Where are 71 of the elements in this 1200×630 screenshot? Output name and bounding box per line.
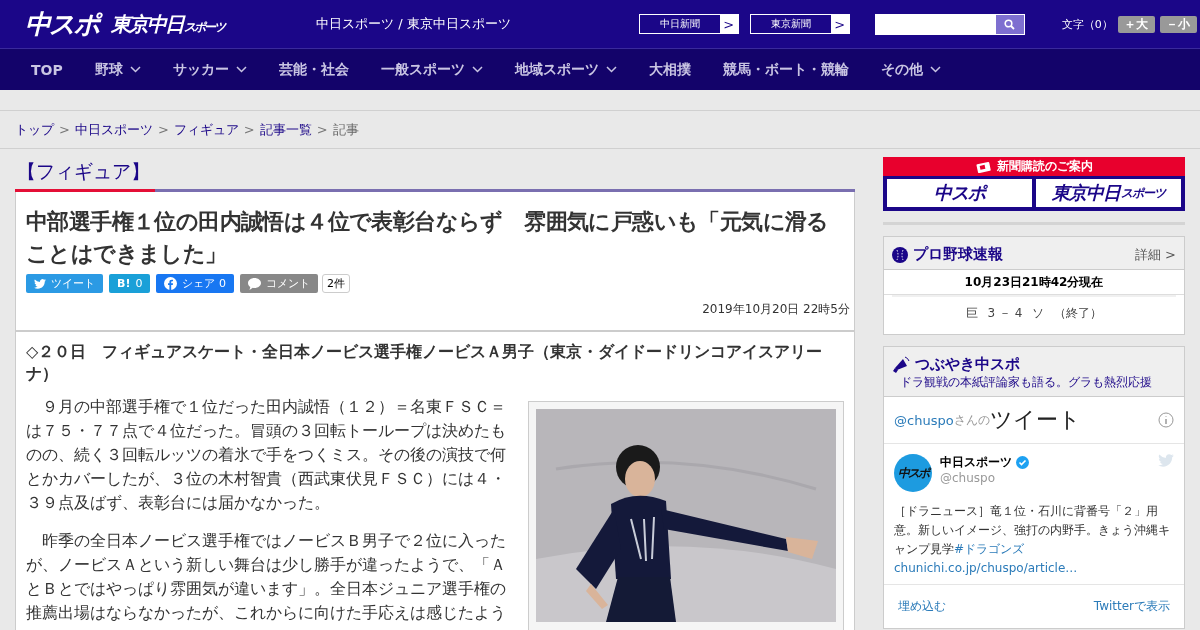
- card-title: プロ野球速報: [913, 245, 1004, 264]
- breadcrumb-separator: >: [59, 122, 70, 137]
- account-name[interactable]: 中日スポーツ: [940, 454, 1012, 471]
- speech-bubble-icon: [247, 277, 261, 290]
- megaphone-icon: [892, 355, 910, 374]
- breadcrumb-separator: >: [157, 122, 169, 137]
- site-title: 中日スポーツ / 東京中日スポーツ: [316, 15, 511, 33]
- chevron-down-icon: [129, 66, 141, 73]
- game-score: 3 － 4: [987, 305, 1023, 322]
- comment-count: 2件: [321, 274, 350, 293]
- hashtag-link[interactable]: #ドラゴンズ: [954, 542, 1025, 556]
- font-size-label: 文字（0）: [1061, 16, 1113, 32]
- bird-icon: [1158, 454, 1174, 467]
- article-paragraph: 昨季の全日本ノービス選手権ではノービスＢ男子で２位に入ったが、ノービスＡという新しい舞台は少し勝手が違ったようで、「ＡとＢとではやっぱり雰囲気が違います」。全日本ジュニア選手権の推薦出場はならなかったが、これからに向けた手応えは感じたよう: [26, 530, 506, 624]
- logo-caption: スポーツ: [184, 19, 224, 36]
- chevron-down-icon: [929, 66, 941, 73]
- embed-link[interactable]: 埋め込む: [898, 598, 946, 615]
- newspaper-link[interactable]: 東京新聞 >: [749, 14, 850, 34]
- newspaper-link[interactable]: 中日新聞 >: [638, 14, 739, 34]
- search-button[interactable]: [995, 14, 1024, 34]
- chevron-down-icon: [471, 66, 483, 73]
- search-icon: [1004, 18, 1016, 30]
- article-date: 2019年10月20日 22時5分: [701, 301, 850, 318]
- nav-item[interactable]: 一般スポーツ: [364, 60, 499, 79]
- game-status: （終了）: [1054, 305, 1103, 322]
- nav-item[interactable]: 競馬・ボート・競輪: [706, 60, 865, 79]
- category-title: 【フィギュア】: [16, 159, 151, 184]
- breadcrumb-link[interactable]: トップ: [15, 120, 54, 139]
- nav-item[interactable]: 地域スポーツ: [498, 60, 633, 79]
- view-on-twitter-link[interactable]: Twitterで表示: [1093, 598, 1170, 615]
- newspaper-logo-link[interactable]: 中スポ: [887, 179, 1032, 207]
- share-button[interactable]: コメント: [239, 274, 318, 293]
- article-lead: ◇２０日 フィギュアスケート・全日本ノービス選手権ノービスＡ男子（東京・ダイドードリンコアイスアリーナ）: [26, 341, 824, 385]
- share-button[interactable]: シェア 0: [156, 274, 234, 293]
- breadcrumb-link[interactable]: 中日スポーツ: [74, 120, 153, 139]
- chevron-down-icon: [605, 66, 617, 73]
- current-page-label: 記事: [332, 120, 359, 139]
- details-link[interactable]: 詳細 >: [1134, 245, 1176, 264]
- logo[interactable]: 東京中日: [111, 10, 183, 38]
- card-subtitle: ドラ観戦の本紙評論家も語る。グラも熱烈応援: [899, 374, 1153, 391]
- newspaper-logo-link[interactable]: 東京中日スポーツ: [1036, 179, 1181, 207]
- breadcrumb-separator: >: [243, 122, 255, 137]
- nav-item[interactable]: 芸能・社会: [262, 60, 365, 79]
- newspaper-icon: [975, 160, 992, 173]
- banner-title: 新聞購読のご案内: [996, 158, 1093, 175]
- update-time: 10月23日21時42分現在: [884, 270, 1184, 295]
- team-name: 巨: [965, 305, 978, 322]
- bird-icon: [34, 278, 46, 289]
- baseball-icon: [892, 246, 908, 263]
- nav-item[interactable]: 野球: [78, 60, 157, 79]
- breadcrumb-separator: >: [316, 122, 328, 137]
- nav-item[interactable]: TOP: [15, 61, 79, 78]
- chevron-down-icon: [235, 66, 247, 73]
- breadcrumb-link[interactable]: フィギュア: [173, 120, 239, 139]
- nav-item[interactable]: サッカー: [156, 60, 263, 79]
- avatar[interactable]: 中スポ: [894, 454, 932, 492]
- widget-title: ツイート: [989, 406, 1082, 434]
- card-title: つぶやき中スポ: [915, 355, 1021, 374]
- team-name: ソ: [1032, 305, 1045, 322]
- breadcrumb-link[interactable]: 記事一覧: [259, 120, 312, 139]
- info-icon[interactable]: [1158, 412, 1174, 428]
- tweet-text: ［ドラニュース］竜１位・石川に背番号「２」用意。新しいイメージ、強打の内野手。きょう沖縄キャンプ見学#ドラゴンズ chunichi.co.jp/chuspo/article…: [894, 503, 1171, 577]
- account-handle[interactable]: @chuspo: [894, 412, 954, 428]
- facebook-icon: [164, 277, 178, 290]
- article-title: 中部選手権１位の田内誠悟は４位で表彰台ならず 雰囲気に戸惑いも「元気に滑ることはできました」: [26, 208, 830, 268]
- article-link[interactable]: chunichi.co.jp/chuspo/article…: [894, 561, 1078, 575]
- search-field[interactable]: [874, 13, 1025, 35]
- nav-item[interactable]: その他: [864, 60, 957, 79]
- nav-item[interactable]: 大相撲: [632, 60, 707, 79]
- article-paragraph: ９月の中部選手権で１位だった田内誠悟（１２）＝名東ＦＳＣ＝は７５・７７点で４位だった。冒頭の３回転トーループは決めたものの、続く３回転ルッツの着氷で手をつくミス。その後の演技で何とかカバーしたが、３位の木村智貴（西武東伏見ＦＳＣ）には４・３９点及ばず、表彰台には届かなかった。: [26, 396, 506, 514]
- widget-label: さんの: [953, 411, 990, 427]
